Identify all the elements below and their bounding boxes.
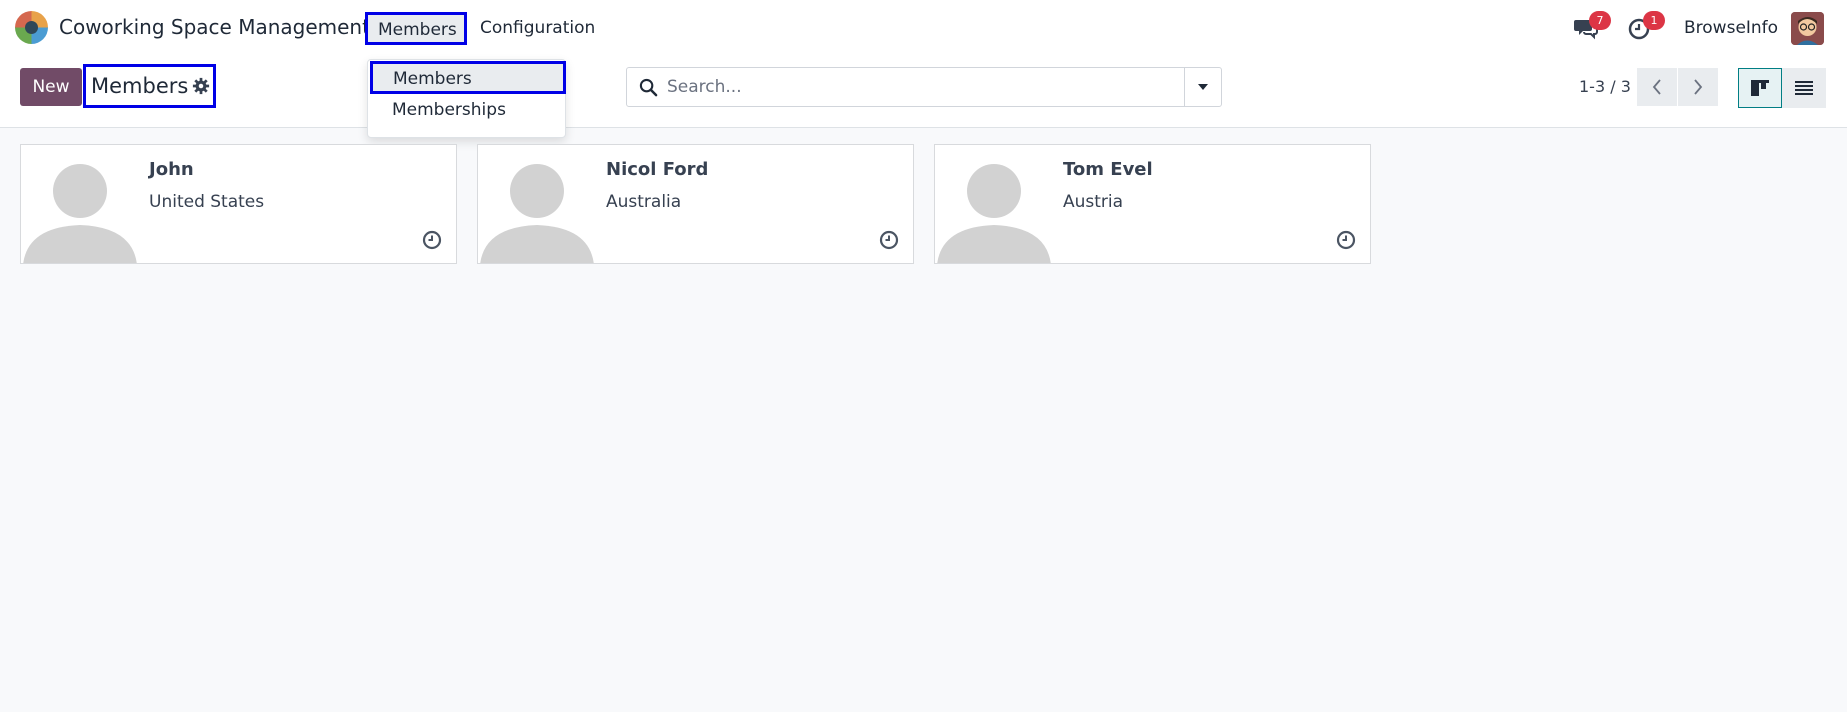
search-options-toggle[interactable] (1184, 68, 1221, 106)
placeholder-avatar-icon (478, 145, 596, 263)
search-input[interactable] (667, 74, 1167, 100)
activity-clock-icon[interactable] (422, 230, 442, 250)
activity-clock-icon[interactable] (1336, 230, 1356, 250)
card-country: Australia (606, 192, 682, 212)
kanban-card[interactable]: Nicol Ford Australia (477, 144, 914, 264)
user-avatar[interactable] (1791, 12, 1824, 45)
menu-configuration[interactable]: Configuration (470, 12, 605, 45)
chevron-right-icon (1694, 79, 1703, 95)
new-button[interactable]: New (20, 68, 82, 106)
breadcrumb: Members (83, 64, 216, 108)
list-icon (1795, 81, 1813, 95)
list-view-button[interactable] (1782, 68, 1826, 108)
gear-icon[interactable] (192, 77, 210, 95)
activity-clock-icon[interactable] (879, 230, 899, 250)
card-name: Nicol Ford (606, 159, 709, 180)
search-bar (626, 67, 1222, 107)
user-name[interactable]: BrowseInfo (1684, 18, 1778, 38)
pager-value[interactable]: 1-3 / 3 (1579, 77, 1631, 96)
dropdown-item-members[interactable]: Members (370, 61, 566, 94)
app-name[interactable]: Coworking Space Management (59, 15, 370, 39)
caret-down-icon (1198, 84, 1208, 90)
kanban-card[interactable]: Tom Evel Austria (934, 144, 1371, 264)
placeholder-avatar-icon (21, 145, 139, 263)
pager-previous-button[interactable] (1637, 68, 1677, 106)
messages-badge: 7 (1589, 11, 1611, 30)
activities-badge: 1 (1643, 11, 1665, 30)
members-dropdown-menu: Members Memberships (367, 59, 566, 138)
chevron-left-icon (1652, 79, 1661, 95)
kanban-icon (1751, 80, 1769, 96)
app-logo-icon[interactable] (15, 11, 48, 44)
top-navbar: Coworking Space Management Members Confi… (0, 0, 1847, 56)
kanban-view-button[interactable] (1738, 68, 1782, 108)
search-icon (639, 78, 658, 97)
dropdown-item-memberships[interactable]: Memberships (368, 94, 565, 127)
placeholder-avatar-icon (935, 145, 1053, 263)
menu-members[interactable]: Members (365, 12, 467, 45)
card-country: Austria (1063, 192, 1124, 212)
card-country: United States (149, 192, 265, 212)
card-name: John (149, 159, 194, 180)
control-panel: New Members Search... 1-3 / 3 (0, 56, 1847, 128)
card-name: Tom Evel (1063, 159, 1153, 180)
kanban-card[interactable]: John United States (20, 144, 457, 264)
page-title: Members (91, 74, 189, 98)
pager-next-button[interactable] (1678, 68, 1718, 106)
